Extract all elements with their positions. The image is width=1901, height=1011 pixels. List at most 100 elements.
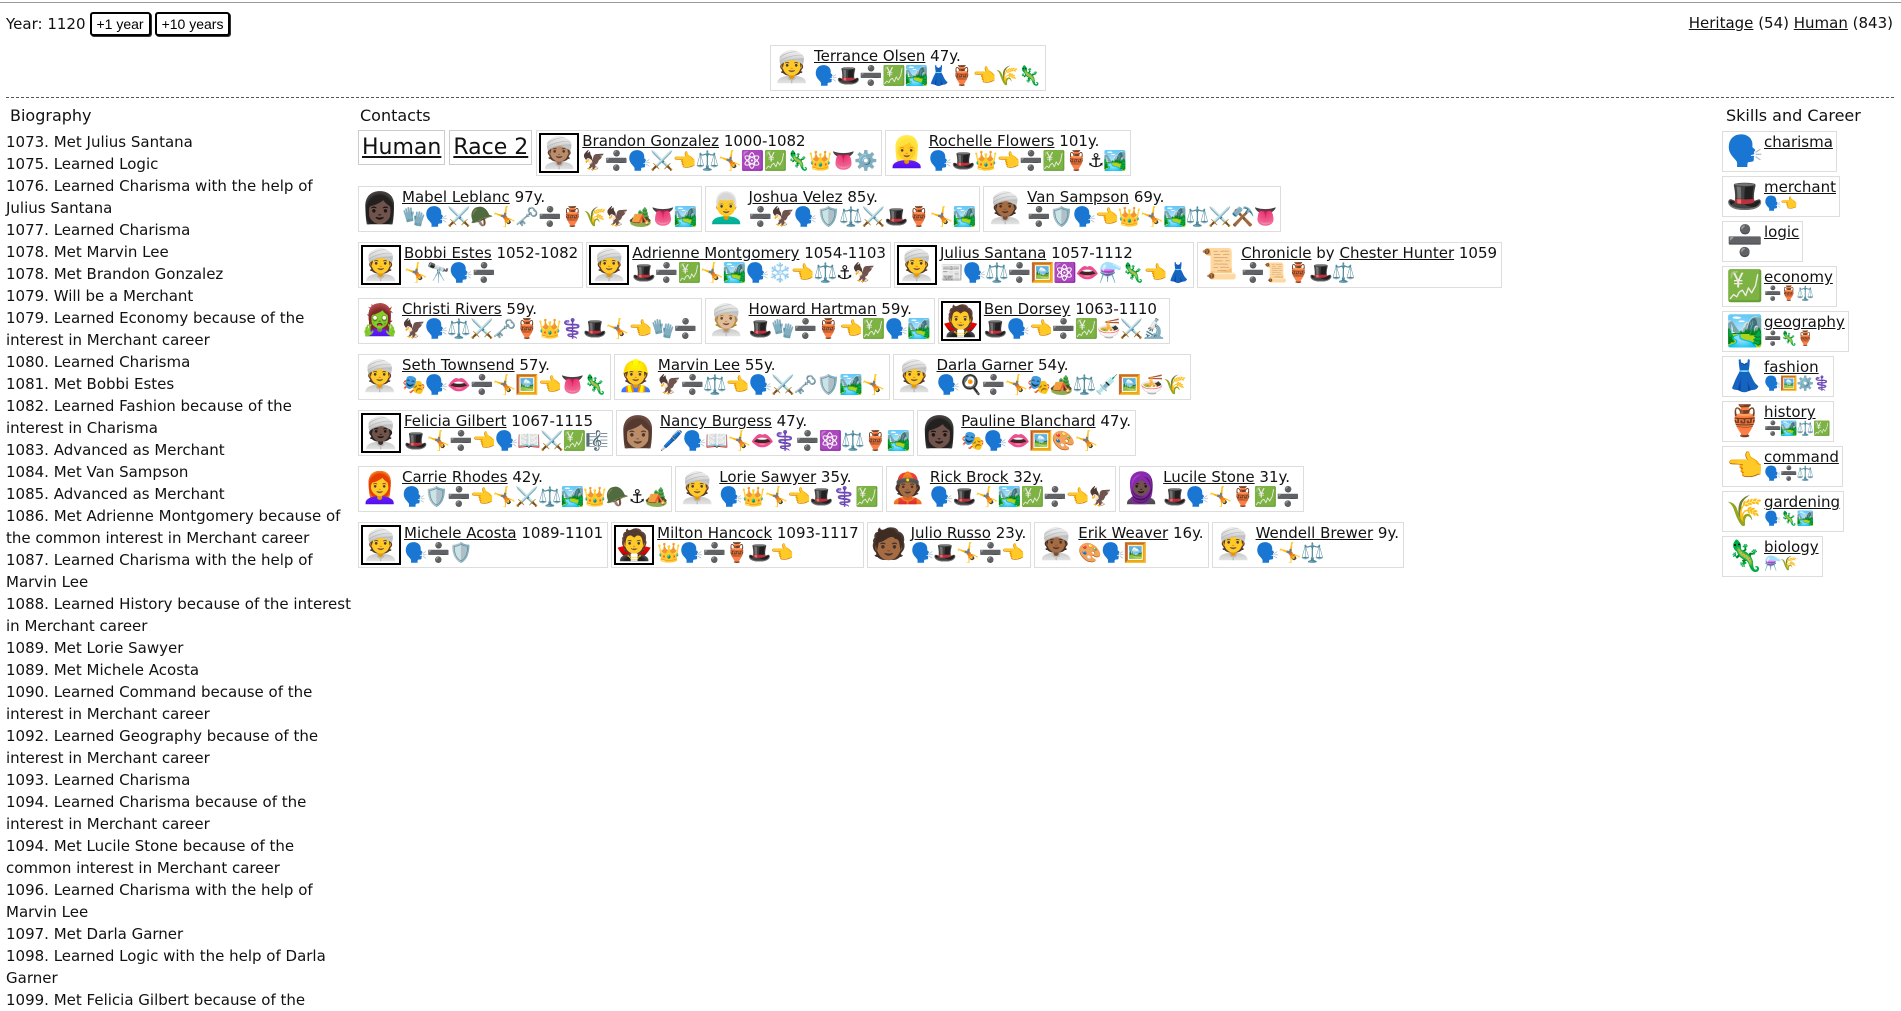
contact-avatar-icon[interactable]: 👳 [896,245,937,285]
contact-name-link[interactable]: Michele Acosta [404,524,517,542]
contact-name-link[interactable]: Pauline Blanchard [961,412,1095,430]
contact-avatar-icon[interactable]: 🧛 [614,525,655,565]
contact-avatar-icon[interactable]: 👳 [589,245,630,285]
skill-link-geography[interactable]: geography [1764,314,1845,331]
contact-name-link[interactable]: Christi Rivers [402,300,502,318]
contact-avatar-icon[interactable]: 👳 [361,525,401,565]
contact-name-link[interactable]: Ben Dorsey [984,300,1071,318]
contact-age: 1000-1082 [723,132,806,150]
contact-card: 👳 Seth Townsend 57y. 🎭🗣️👄➗🤸🖼️👈👅🦎 [358,354,611,400]
contact-name-link[interactable]: Seth Townsend [402,356,515,374]
contact-avatar-icon[interactable]: 👲🏾 [889,469,927,507]
skill-link-charisma[interactable]: charisma [1764,134,1833,151]
contact-age: 55y. [744,356,776,374]
contact-avatar-icon[interactable]: 👳🏿 [361,413,401,453]
contacts-row: 👳 Bobbi Estes 1052-1082 🤸🔭🗣️➗ 👳 Adrienne Mon… [358,242,1698,295]
contact-avatar-icon[interactable]: 👩🏿 [361,189,399,227]
skill-info: logic [1764,224,1799,241]
contact-avatar-icon[interactable]: 👩‍🦰 [361,469,399,507]
biography-entry: 1078. Met Marvin Lee [6,243,169,261]
current-person-name[interactable]: Terrance Olsen [814,47,925,65]
contact-name-link[interactable]: Howard Hartman [749,300,877,318]
contact-avatar-icon[interactable]: 🧑🏾 [870,525,908,563]
contact-avatar-icon[interactable]: 📜 [1200,245,1238,283]
contact-name-link[interactable]: Erik Weaver [1078,524,1168,542]
contact-info: Lucile Stone 31y. 🎩🗣️🤸🏺💹➗ [1163,469,1300,509]
skill-link-biology[interactable]: biology [1764,539,1819,556]
race-link[interactable]: Human [358,130,446,165]
contact-info: Milton Hancock 1093-1117 👑🗣️➗🏺🎩👈 [657,525,859,565]
plus-1-year-button[interactable]: +1 year [89,12,151,36]
chronicle-author-link[interactable]: Chester Hunter [1339,244,1454,262]
contact-skills-icons: 🎭🗣️👄➗🤸🖼️👈👅🦎 [402,374,607,396]
race-link[interactable]: Race 2 [449,130,533,165]
contact-name-link[interactable]: Wendell Brewer [1256,524,1374,542]
skill-link-logic[interactable]: logic [1764,224,1799,241]
contact-name-link[interactable]: Nancy Burgess [660,412,772,430]
economy-icon: 💹 [1726,269,1764,304]
skill-link-fashion[interactable]: fashion [1764,359,1830,376]
skill-link-history[interactable]: history [1764,404,1830,421]
skill-link-command[interactable]: command [1764,449,1839,466]
contact-name-link[interactable]: Chronicle [1241,244,1311,262]
contact-name-link[interactable]: Felicia Gilbert [404,412,507,430]
skill-box: 🗣️ charisma [1722,131,1837,172]
contact-avatar-icon[interactable]: 👨‍🦳 [708,189,746,227]
contact-card: 👳🏾 Erik Weaver 16y. 🎨🗣️🖼️ [1034,522,1209,568]
skill-item-wrap: 💹 economy ➗🏺⚖️ [1722,266,1892,311]
contact-name-link[interactable]: Rochelle Flowers [929,132,1055,150]
contact-avatar-icon[interactable]: 👩🏿 [920,413,958,451]
contact-avatar-icon[interactable]: 👳 [1215,525,1253,563]
contact-avatar-icon[interactable]: 👳 [896,357,934,395]
contact-avatar-icon[interactable]: 👳 [361,245,401,285]
contact-name-link[interactable]: Brandon Gonzalez [582,132,719,150]
contact-name-link[interactable]: Carrie Rhodes [402,468,508,486]
contact-avatar-icon[interactable]: 👳🏼 [708,301,746,339]
contact-name-link[interactable]: Joshua Velez [749,188,843,206]
contact-info: Rick Brock 32y. 🗣️🎩🤸🏞️💹➗👈🦅 [930,468,1112,509]
contact-avatar-icon[interactable]: 👩🏽 [619,413,657,451]
contact-name-link[interactable]: Rick Brock [930,468,1009,486]
contact-name-link[interactable]: Darla Garner [937,356,1034,374]
skill-info: geography ➗🦎🏺 [1764,314,1845,348]
contact-name-link[interactable]: Adrienne Montgomery [632,244,799,262]
skill-link-gardening[interactable]: gardening [1764,494,1840,511]
contact-name-link[interactable]: Julio Russo [911,524,991,542]
contact-name-link[interactable]: Mabel Leblanc [402,188,510,206]
contact-age: 35y. [820,468,852,486]
contact-info: Van Sampson 69y. ➗🛡️🗣️👈👑🤸🏞️⚖️⚔️⚒️👅 [1027,188,1277,229]
contact-name-link[interactable]: Lorie Sawyer [719,468,816,486]
human-link[interactable]: Human [1794,14,1848,32]
merchant-icon: 🎩 [1726,179,1764,214]
skill-subskills-icons: ➗🦎🏺 [1764,331,1814,347]
contact-name-line: Lucile Stone 31y. [1163,469,1299,486]
contact-avatar-icon[interactable]: 👷 [617,357,655,395]
contact-info: Christi Rivers 59y. 🦅🗣️⚖️⚔️🗝️🏺👑⚕️🎩🤸👈🧤➗ [402,300,698,341]
heritage-link[interactable]: Heritage [1689,14,1754,32]
contact-avatar-icon[interactable]: 👳🏾 [1037,525,1075,563]
contact-name-link[interactable]: Marvin Lee [658,356,740,374]
contact-name-link[interactable]: Lucile Stone [1163,468,1255,486]
contact-name-link[interactable]: Van Sampson [1027,188,1129,206]
contact-info: Rochelle Flowers 101y. 🗣️🎩👑👈➗💹🏺⚓🏞️ [929,132,1127,173]
contact-name-link[interactable]: Bobbi Estes [404,244,492,262]
skill-subskills-icons: 🗣️🦎🏞️ [1764,511,1814,527]
plus-10-years-button[interactable]: +10 years [154,12,231,36]
contact-name-line: Howard Hartman 59y. [749,301,930,318]
contact-avatar-icon[interactable]: 👱‍♀️ [888,133,926,171]
contact-avatar-icon[interactable]: 🧛 [940,301,981,341]
contact-avatar-icon[interactable]: 🧕🏿 [1122,469,1160,507]
skill-link-economy[interactable]: economy [1764,269,1833,286]
contact-name-link[interactable]: Milton Hancock [657,524,772,542]
contact-name-link[interactable]: Julius Santana [940,244,1046,262]
contact-info: Lorie Sawyer 35y. 🗣️👑🤸👈🎩⚕️💹 [719,468,879,509]
contact-avatar-icon[interactable]: 👳🏾 [986,189,1024,227]
contact-avatar-icon[interactable]: 👳 [361,357,399,395]
contact-info: Joshua Velez 85y. ➗🦅🗣️🛡️⚖️⚔️🎩🏺🤸🏞️ [749,188,977,229]
skill-link-merchant[interactable]: merchant [1764,179,1836,196]
contact-info: Howard Hartman 59y. 🎩🧤➗🏺👈💹🗣️🏞️ [749,301,931,341]
contact-avatar-icon[interactable]: 🧟‍♀️ [361,301,399,339]
contact-avatar-icon[interactable]: 👳🏽 [539,133,580,173]
contact-avatar-icon[interactable]: 👳 [678,469,716,507]
contacts-row: 👩‍🦰 Carrie Rhodes 42y. 🗣️🛡️➗👈🤸⚔️⚖️🏞️👑🪖⚓🏕️ 👳… [358,466,1698,519]
